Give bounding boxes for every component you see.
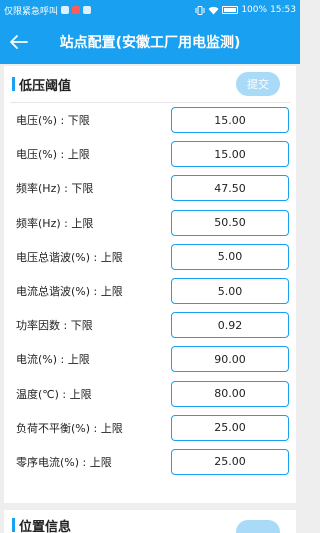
- threshold-row: 零序电流(%) : 上限 25.00: [4, 445, 296, 479]
- threshold-label: 电压(%) : 下限: [16, 114, 90, 128]
- status-left: 仅限紧急呼叫: [4, 4, 92, 17]
- status-bar: 仅限紧急呼叫 100% 15:53: [0, 0, 300, 20]
- threshold-row: 负荷不平衡(%) : 上限 25.00: [4, 411, 296, 445]
- threshold-label: 电压(%) : 上限: [16, 148, 90, 162]
- threshold-label: 零序电流(%) : 上限: [16, 455, 112, 469]
- threshold-input[interactable]: 80.00: [171, 380, 289, 407]
- page-title: 站点配置(安徽工厂用电监测): [59, 35, 241, 51]
- carrier-text: 仅限紧急呼叫: [4, 6, 59, 17]
- submit-button-2[interactable]: [236, 520, 280, 533]
- submit-button[interactable]: 提交: [236, 72, 280, 96]
- section-accent-bar: [12, 77, 15, 91]
- threshold-row: 电流总谐波(%) : 上限 5.00: [4, 274, 296, 308]
- back-button[interactable]: [0, 20, 38, 64]
- threshold-row: 电压(%) : 下限 15.00: [4, 103, 296, 137]
- usb-icon: [83, 6, 92, 14]
- threshold-row: 频率(Hz) : 上限 50.50: [4, 206, 296, 240]
- threshold-row: 电流(%) : 上限 90.00: [4, 342, 296, 376]
- section-header: 低压阈值 提交: [4, 66, 296, 102]
- vibrate-icon: [195, 5, 205, 15]
- threshold-label: 电压总谐波(%) : 上限: [16, 250, 123, 264]
- threshold-input[interactable]: 50.50: [171, 209, 289, 236]
- section-accent-bar: [12, 518, 15, 532]
- threshold-input[interactable]: 90.00: [171, 346, 289, 373]
- wifi-icon: [208, 6, 219, 14]
- section-title: 位置信息: [19, 519, 72, 533]
- threshold-label: 电流总谐波(%) : 上限: [16, 285, 123, 299]
- section-title: 低压阈值: [19, 78, 72, 94]
- threshold-row: 功率因数 : 下限 0.92: [4, 308, 296, 342]
- threshold-label: 负荷不平衡(%) : 上限: [16, 421, 123, 435]
- threshold-list: 电压(%) : 下限 15.00 电压(%) : 上限 15.00 频率(Hz) : 下…: [4, 103, 296, 479]
- location-section: 位置信息: [4, 510, 296, 533]
- app-notification-icon: [72, 6, 81, 14]
- threshold-row: 电压(%) : 上限 15.00: [4, 137, 296, 171]
- threshold-row: 频率(Hz) : 下限 47.50: [4, 171, 296, 205]
- battery-level: 100%: [241, 5, 268, 15]
- clock: 15:53: [270, 5, 296, 15]
- status-right: 100% 15:53: [195, 5, 296, 15]
- threshold-section: 低压阈值 提交 电压(%) : 下限 15.00 电压(%) : 上限 15.00 频率…: [4, 66, 296, 503]
- threshold-row: 温度(℃) : 上限 80.00: [4, 377, 296, 411]
- threshold-label: 电流(%) : 上限: [16, 353, 90, 367]
- threshold-input[interactable]: 25.00: [171, 414, 289, 441]
- threshold-input[interactable]: 47.50: [171, 175, 289, 202]
- threshold-input[interactable]: 25.00: [171, 448, 289, 475]
- back-arrow-icon: [10, 35, 28, 49]
- threshold-input[interactable]: 0.92: [171, 312, 289, 339]
- threshold-input[interactable]: 5.00: [171, 243, 289, 270]
- threshold-label: 功率因数 : 下限: [16, 319, 93, 333]
- battery-icon: [222, 6, 239, 14]
- threshold-label: 温度(℃) : 上限: [16, 387, 92, 401]
- notification-icon: [61, 6, 70, 14]
- title-bar: 站点配置(安徽工厂用电监测): [0, 20, 300, 64]
- section-header: 位置信息: [4, 510, 296, 533]
- threshold-label: 频率(Hz) : 上限: [16, 216, 94, 230]
- threshold-input[interactable]: 5.00: [171, 278, 289, 305]
- threshold-label: 频率(Hz) : 下限: [16, 182, 94, 196]
- threshold-row: 电压总谐波(%) : 上限 5.00: [4, 240, 296, 274]
- threshold-input[interactable]: 15.00: [171, 107, 289, 134]
- threshold-input[interactable]: 15.00: [171, 141, 289, 168]
